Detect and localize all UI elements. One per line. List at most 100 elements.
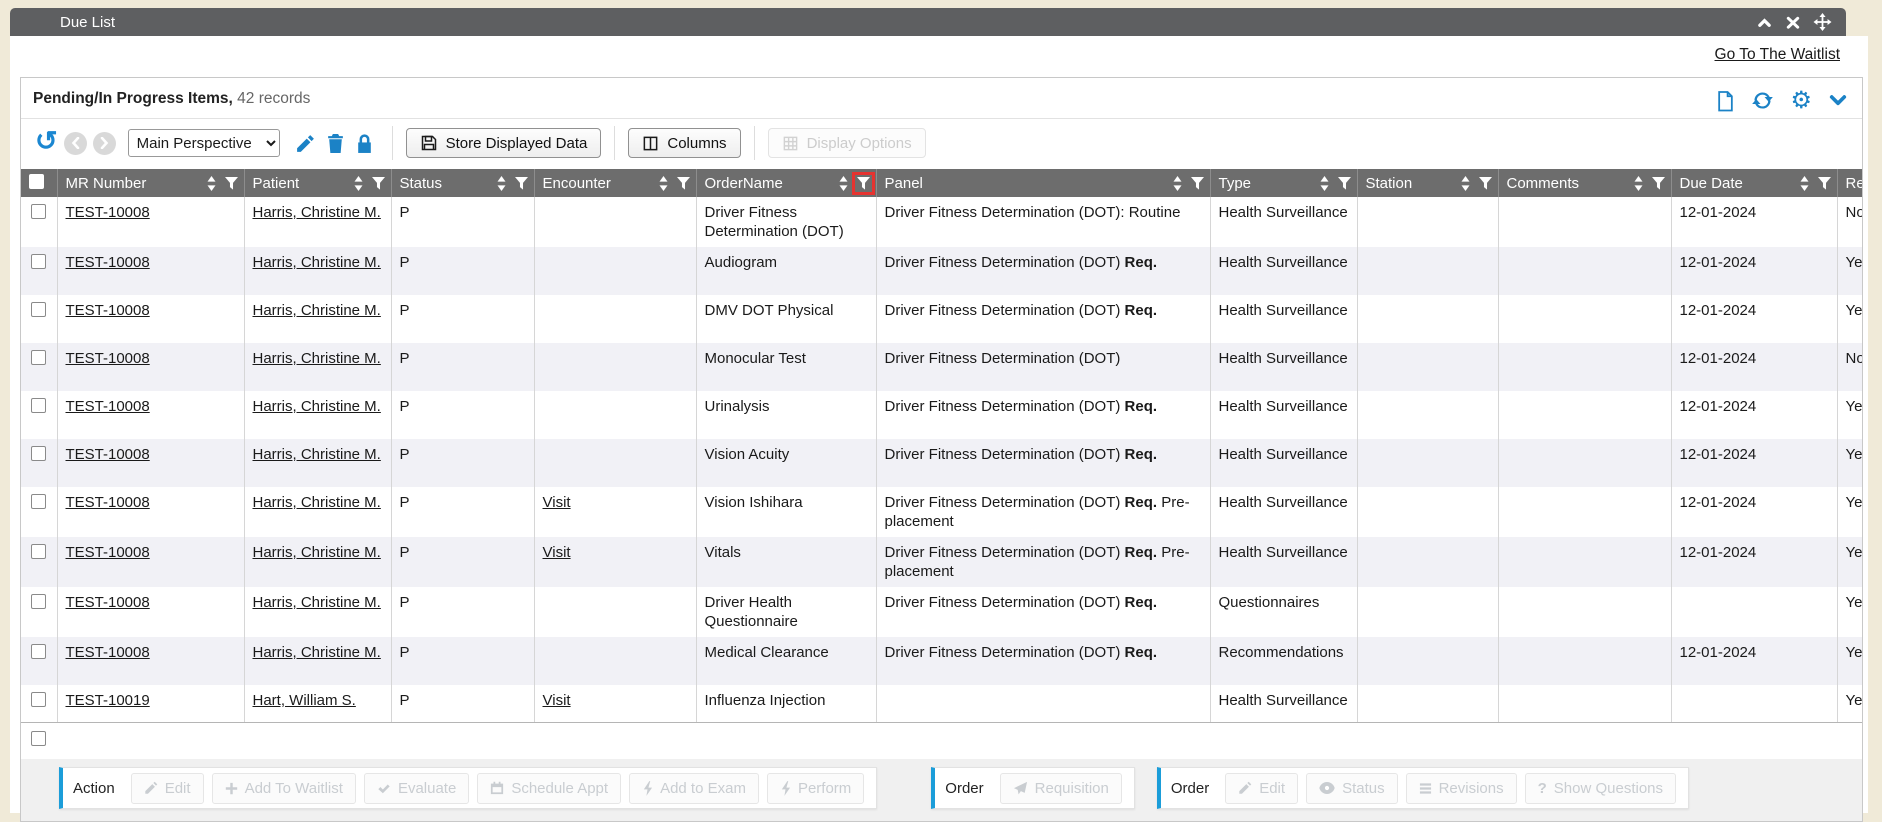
mr-number-link[interactable]: TEST-10008 (66, 594, 150, 611)
column-header-order[interactable]: OrderName (696, 169, 876, 197)
filter-icon[interactable] (372, 177, 385, 190)
column-header-status[interactable]: Status (391, 169, 534, 197)
mr-number-link[interactable]: TEST-10008 (66, 204, 150, 221)
lock-icon[interactable] (355, 133, 374, 154)
sort-icon[interactable] (1800, 176, 1809, 191)
close-icon[interactable] (1785, 15, 1801, 30)
filter-icon[interactable] (1479, 177, 1492, 190)
row-checkbox[interactable] (31, 254, 46, 269)
filter-icon[interactable] (225, 177, 238, 190)
column-header-patient[interactable]: Patient (244, 169, 391, 197)
sort-icon[interactable] (354, 176, 363, 191)
patient-link[interactable]: Hart, William S. (253, 692, 356, 709)
filter-icon-highlighted[interactable] (857, 177, 870, 190)
row-checkbox[interactable] (31, 644, 46, 659)
encounter-link[interactable]: Visit (543, 544, 571, 561)
trash-icon[interactable] (326, 133, 345, 154)
window-titlebar[interactable]: Due List (10, 8, 1846, 36)
status-button[interactable]: Status (1306, 773, 1398, 804)
sort-icon[interactable] (1173, 176, 1182, 191)
row-checkbox[interactable] (31, 446, 46, 461)
revisions-button[interactable]: Revisions (1406, 773, 1517, 804)
requisition-button[interactable]: Requisition (1000, 773, 1122, 804)
mr-number-link[interactable]: TEST-10008 (66, 350, 150, 367)
undo-icon[interactable]: ↺ (35, 128, 58, 154)
new-document-icon[interactable] (1716, 90, 1735, 112)
collapse-up-icon[interactable] (1756, 15, 1773, 30)
row-checkbox[interactable] (31, 302, 46, 317)
row-checkbox[interactable] (31, 350, 46, 365)
go-to-waitlist-link[interactable]: Go To The Waitlist (1715, 46, 1840, 63)
filter-icon[interactable] (677, 177, 690, 190)
patient-link[interactable]: Harris, Christine M. (253, 446, 381, 463)
mr-number-link[interactable]: TEST-10008 (66, 302, 150, 319)
patient-link[interactable]: Harris, Christine M. (253, 302, 381, 319)
patient-link[interactable]: Harris, Christine M. (253, 644, 381, 661)
column-header-req[interactable]: Req (1837, 169, 1862, 197)
next-icon[interactable] (93, 132, 116, 155)
patient-link[interactable]: Harris, Christine M. (253, 594, 381, 611)
encounter-link[interactable]: Visit (543, 692, 571, 709)
mr-number-link[interactable]: TEST-10008 (66, 494, 150, 511)
column-header-type[interactable]: Type (1210, 169, 1357, 197)
select-all-header-checkbox[interactable] (29, 174, 44, 189)
columns-button[interactable]: Columns (628, 128, 740, 158)
row-checkbox[interactable] (31, 494, 46, 509)
column-header-mr[interactable]: MR Number (57, 169, 244, 197)
previous-icon[interactable] (64, 132, 87, 155)
add-to-waitlist-button[interactable]: Add To Waitlist (212, 773, 356, 804)
sort-icon[interactable] (497, 176, 506, 191)
filter-icon[interactable] (515, 177, 528, 190)
patient-link[interactable]: Harris, Christine M. (253, 494, 381, 511)
schedule-appt-button[interactable]: Schedule Appt (477, 773, 621, 804)
add-to-exam-button[interactable]: Add to Exam (629, 773, 759, 804)
filter-icon[interactable] (1191, 177, 1204, 190)
filter-icon[interactable] (1818, 177, 1831, 190)
mr-number-link[interactable]: TEST-10008 (66, 446, 150, 463)
filter-icon[interactable] (1338, 177, 1351, 190)
row-checkbox[interactable] (31, 544, 46, 559)
row-checkbox[interactable] (31, 692, 46, 707)
sort-icon[interactable] (207, 176, 216, 191)
show-questions-button[interactable]: ?Show Questions (1525, 773, 1676, 804)
edit-button[interactable]: Edit (1225, 773, 1298, 804)
patient-link[interactable]: Harris, Christine M. (253, 350, 381, 367)
sort-icon[interactable] (1461, 176, 1470, 191)
gear-icon[interactable]: ⚙ (1790, 91, 1812, 111)
display-options-button[interactable]: Display Options (768, 128, 926, 158)
store-displayed-data-button[interactable]: Store Displayed Data (406, 128, 602, 158)
cell-panel: Driver Fitness Determination (DOT): Rout… (876, 197, 1210, 247)
perform-button[interactable]: Perform (767, 773, 864, 804)
move-icon[interactable] (1813, 13, 1832, 31)
row-checkbox[interactable] (31, 594, 46, 609)
collapse-panel-icon[interactable] (1828, 93, 1848, 109)
mr-number-link[interactable]: TEST-10019 (66, 692, 150, 709)
column-header-due[interactable]: Due Date (1671, 169, 1837, 197)
sort-icon[interactable] (1320, 176, 1329, 191)
perspective-select[interactable]: Main Perspective (128, 129, 280, 157)
mr-number-link[interactable]: TEST-10008 (66, 544, 150, 561)
edit-pencil-icon[interactable] (295, 133, 316, 154)
patient-link[interactable]: Harris, Christine M. (253, 544, 381, 561)
sort-icon[interactable] (839, 176, 848, 191)
encounter-link[interactable]: Visit (543, 494, 571, 511)
mr-number-link[interactable]: TEST-10008 (66, 398, 150, 415)
evaluate-button[interactable]: Evaluate (364, 773, 469, 804)
edit-button[interactable]: Edit (131, 773, 204, 804)
mr-number-link[interactable]: TEST-10008 (66, 254, 150, 271)
patient-link[interactable]: Harris, Christine M. (253, 204, 381, 221)
sort-icon[interactable] (659, 176, 668, 191)
refresh-icon[interactable] (1751, 89, 1774, 112)
patient-link[interactable]: Harris, Christine M. (253, 398, 381, 415)
column-header-station[interactable]: Station (1357, 169, 1498, 197)
column-header-comments[interactable]: Comments (1498, 169, 1671, 197)
column-header-encounter[interactable]: Encounter (534, 169, 696, 197)
row-checkbox[interactable] (31, 398, 46, 413)
sort-icon[interactable] (1634, 176, 1643, 191)
column-header-panel[interactable]: Panel (876, 169, 1210, 197)
patient-link[interactable]: Harris, Christine M. (253, 254, 381, 271)
mr-number-link[interactable]: TEST-10008 (66, 644, 150, 661)
filter-icon[interactable] (1652, 177, 1665, 190)
footer-select-checkbox[interactable] (31, 731, 46, 746)
row-checkbox[interactable] (31, 204, 46, 219)
